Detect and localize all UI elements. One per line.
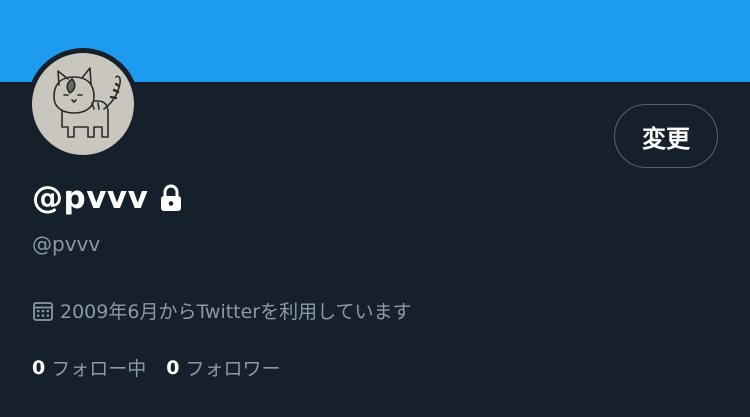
avatar-image bbox=[32, 53, 134, 155]
followers-count: 0 bbox=[166, 356, 180, 379]
follow-stats: 0 フォロー中 0 フォロワー bbox=[32, 354, 301, 381]
calendar-icon bbox=[32, 300, 54, 322]
join-date-text: 2009年6月からTwitterを利用しています bbox=[60, 301, 412, 323]
display-name: @pvvv bbox=[32, 180, 149, 216]
followers-label: フォロワー bbox=[185, 358, 281, 380]
lock-icon bbox=[158, 183, 184, 213]
avatar[interactable] bbox=[27, 48, 139, 160]
following-count: 0 bbox=[32, 356, 46, 379]
join-date: 2009年6月からTwitterを利用しています bbox=[32, 297, 412, 324]
followers-link[interactable]: 0 フォロワー bbox=[166, 354, 280, 381]
edit-profile-button[interactable]: 変更 bbox=[614, 104, 718, 168]
display-name-row: @pvvv bbox=[32, 180, 184, 216]
following-label: フォロー中 bbox=[51, 358, 147, 380]
username-handle: @pvvv bbox=[32, 232, 101, 256]
following-link[interactable]: 0 フォロー中 bbox=[32, 354, 146, 381]
